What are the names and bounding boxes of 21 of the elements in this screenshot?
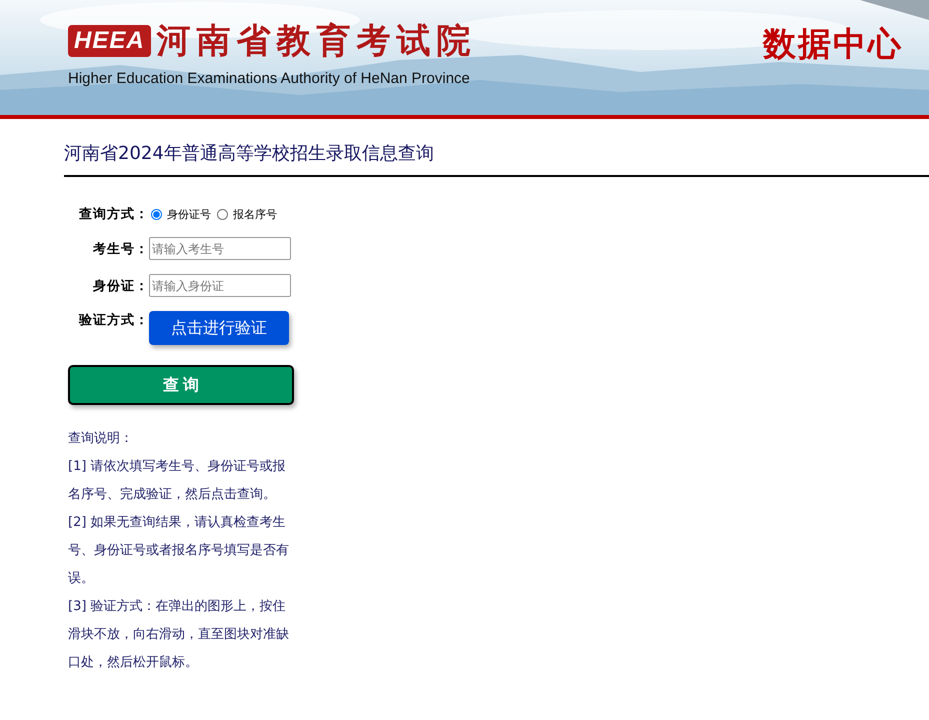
- radio-button[interactable]: [151, 208, 162, 220]
- input-field[interactable]: 请输入身份证: [149, 274, 291, 297]
- org-name: 河南省教育考试院: [156, 20, 477, 63]
- input-field[interactable]: 请输入考生号: [149, 237, 291, 260]
- radio-label[interactable]: 报名序号: [233, 206, 277, 222]
- note-item: [2] 如果无查询结果，请认真检查考生号、身份证号或者报名序号填写是否有误。: [68, 514, 290, 588]
- page-title: 河南省2024年普通高等学校招生录取信息查询: [64, 141, 929, 177]
- radio-label[interactable]: 身份证号: [167, 206, 211, 222]
- field-label: 考生号：: [92, 240, 149, 258]
- field-label: 身份证：: [92, 278, 149, 294]
- verify-button[interactable]: 点击进行验证: [149, 311, 289, 345]
- section-title: 数据中心: [763, 23, 903, 65]
- field-label: 查询方式：: [78, 206, 149, 223]
- query-button[interactable]: 查 询: [68, 365, 294, 405]
- radio-button[interactable]: [217, 208, 228, 220]
- note-item: [1] 请依次填写考生号、身份证号或报名序号、完成验证，然后点击查询。: [68, 458, 287, 504]
- logo: HEEA: [68, 25, 151, 57]
- notes-title: 查询说明：: [68, 430, 134, 448]
- field-label: 验证方式：: [78, 312, 149, 329]
- note-item: [3] 验证方式：在弹出的图形上，按住滑块不放，向右滑动，直至图块对准缺口处，然后松开鼠标。: [68, 598, 290, 672]
- org-subtitle: Higher Education Examinations Authority of HeNan Province: [68, 70, 471, 87]
